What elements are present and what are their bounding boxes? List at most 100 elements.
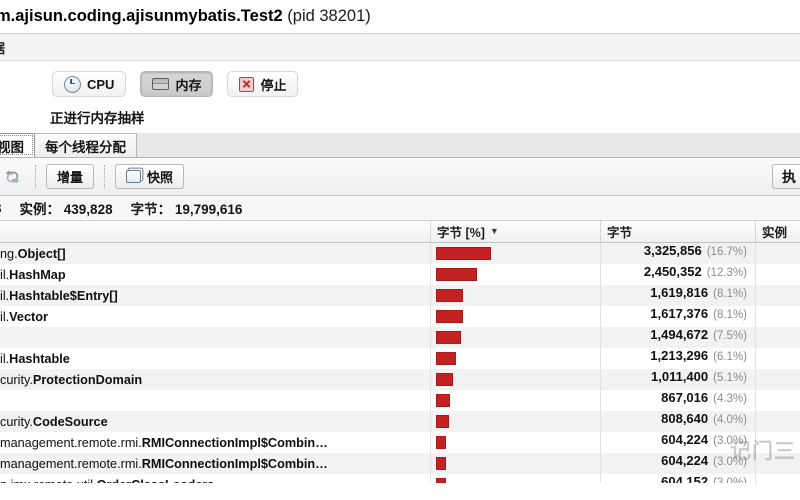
- class-package: il.: [0, 309, 10, 324]
- cell-bytes: 604,224 (3.0%): [600, 453, 755, 474]
- execute-button-label: 执: [782, 168, 796, 185]
- snapshot-button-label: 快照: [147, 170, 174, 185]
- percent-bar: [436, 436, 446, 449]
- clock-icon: [64, 75, 81, 93]
- percent-bar: [436, 268, 477, 281]
- cell-bytes: 604,152 (3.0%): [600, 474, 755, 483]
- table-body: ng.Object[] 3,325,856 (16.7%) il.HashMap 2,4…: [0, 243, 800, 483]
- cell-bytes-percent-bar: [430, 348, 600, 369]
- cpu-button[interactable]: CPU: [52, 71, 127, 97]
- percent-bar: [436, 415, 450, 428]
- toolbar-right-group: 执: [772, 164, 800, 189]
- toolbar-separator-2: [104, 164, 106, 189]
- stop-button[interactable]: 停止: [227, 71, 299, 97]
- percent-bar: [436, 352, 457, 365]
- summary-stats-row: 3 实例： 439,828 字节： 19,799,616: [0, 196, 800, 221]
- percent-bar: [436, 289, 463, 302]
- bytes-percent-value: (4.3%): [713, 393, 747, 405]
- table-row[interactable]: 1,494,672 (7.5%): [0, 327, 800, 348]
- cell-class-name: curity.ProtectionDomain: [0, 373, 430, 387]
- table-row[interactable]: management.remote.rmi.RMIConnectionImpl$…: [0, 432, 800, 453]
- bytes-value: 1,494,672: [650, 327, 709, 342]
- table-row[interactable]: management.remote.rmi.RMIConnectionImpl$…: [0, 453, 800, 474]
- bytes-value: 1,617,376: [650, 306, 709, 321]
- cell-instances: [755, 306, 800, 327]
- tab-per-thread-allocation[interactable]: 每个线程分配: [35, 133, 137, 157]
- bytes-percent-value: (8.1%): [713, 309, 747, 321]
- tab-view-label: 视图: [0, 139, 24, 155]
- column-header-bytes-percent[interactable]: 字节 [%] ▼: [430, 221, 600, 242]
- cell-instances: [755, 390, 800, 411]
- class-simple-name: CodeSource: [32, 414, 108, 429]
- table-row[interactable]: il.Vector 1,617,376 (8.1%): [0, 306, 800, 327]
- percent-bar: [436, 373, 453, 386]
- column-header-class[interactable]: [0, 221, 430, 242]
- allocations-table: 字节 [%] ▼ 字节 实例 ng.Object[] 3,325,856 (16.7…: [0, 221, 800, 483]
- cell-class-name: il.Vector: [0, 310, 430, 324]
- bytes-value: 3,325,856: [643, 243, 702, 258]
- bytes-percent-value: (3.0%): [713, 477, 747, 483]
- bytes-percent-value: (12.3%): [706, 267, 747, 279]
- execute-button[interactable]: 执: [772, 164, 800, 189]
- cell-class-name: curity.CodeSource: [0, 415, 430, 429]
- stop-x-icon: [239, 76, 255, 92]
- bytes-percent-value: (6.1%): [713, 351, 747, 363]
- table-row[interactable]: ng.Object[] 3,325,856 (16.7%): [0, 243, 800, 264]
- cell-class-name: ng.Object[]: [0, 247, 430, 261]
- class-simple-name: Vector: [9, 309, 48, 324]
- class-package: curity.: [0, 414, 33, 429]
- tab-view[interactable]: 视图: [0, 133, 35, 157]
- cell-bytes: 867,016 (4.3%): [600, 390, 755, 411]
- percent-bar: [436, 457, 446, 470]
- page-title-main: m.ajisun.coding.ajisunmybatis.Test2: [0, 7, 283, 25]
- cell-bytes-percent-bar: [430, 369, 600, 390]
- instances-stat: 实例： 439,828: [20, 198, 113, 218]
- table-row[interactable]: 867,016 (4.3%): [0, 390, 800, 411]
- cell-instances: [755, 348, 800, 369]
- class-package: ng.: [0, 246, 18, 261]
- cell-bytes-percent-bar: [430, 390, 600, 411]
- class-package: curity.: [0, 372, 33, 387]
- bytes-percent-value: (3.0%): [713, 456, 747, 468]
- table-row[interactable]: n.jmx.remote.util.OrderClassLoaders 604,1…: [0, 474, 800, 483]
- class-package: il.: [0, 351, 10, 366]
- cell-instances: [755, 327, 800, 348]
- table-row[interactable]: curity.ProtectionDomain 1,011,400 (5.1%): [0, 369, 800, 390]
- cell-bytes-percent-bar: [430, 453, 600, 474]
- cell-bytes: 2,450,352 (12.3%): [600, 264, 755, 285]
- memory-button-label: 内存: [175, 77, 202, 93]
- cell-bytes: 1,011,400 (5.1%): [600, 369, 755, 390]
- tab-per-thread-allocation-label: 每个线程分配: [45, 139, 126, 155]
- table-row[interactable]: il.Hashtable$Entry[] 1,619,816 (8.1%): [0, 285, 800, 306]
- memory-button[interactable]: 内存: [140, 71, 214, 97]
- page-title: m.ajisun.coding.ajisunmybatis.Test2 (pid…: [0, 7, 371, 26]
- class-package: n.jmx.remote.util.: [0, 478, 97, 484]
- refresh-button[interactable]: [0, 164, 25, 189]
- stop-button-label: 停止: [260, 77, 287, 93]
- window-title-bar: m.ajisun.coding.ajisunmybatis.Test2 (pid…: [0, 0, 800, 34]
- bytes-percent-value: (4.0%): [713, 414, 747, 426]
- class-package: il.: [0, 267, 10, 282]
- bytes-value: 1,213,296: [650, 348, 709, 363]
- cell-bytes: 1,619,816 (8.1%): [600, 285, 755, 306]
- bytes-stat-value: 19,799,616: [174, 202, 243, 217]
- class-simple-name: RMIConnectionImpl$Combin…: [141, 435, 328, 450]
- column-header-bytes[interactable]: 字节: [600, 221, 755, 242]
- cell-bytes: 1,213,296 (6.1%): [600, 348, 755, 369]
- bytes-percent-value: (16.7%): [706, 246, 747, 258]
- bytes-percent-value: (8.1%): [713, 288, 747, 300]
- snapshot-button[interactable]: 快照: [115, 164, 185, 189]
- bytes-stat: 字节： 19,799,616: [131, 198, 243, 218]
- incremental-button[interactable]: 增量: [46, 164, 95, 189]
- class-simple-name: Hashtable$Entry[]: [9, 288, 118, 303]
- sampling-status-text: 正进行内存抽样: [50, 111, 145, 126]
- table-row[interactable]: curity.CodeSource 808,640 (4.0%): [0, 411, 800, 432]
- percent-bar: [436, 247, 491, 260]
- incremental-button-label: 增量: [57, 170, 84, 185]
- class-package: il.: [0, 288, 10, 303]
- cell-bytes: 3,325,856 (16.7%): [600, 243, 755, 264]
- cell-instances: [755, 243, 800, 264]
- table-row[interactable]: il.HashMap 2,450,352 (12.3%): [0, 264, 800, 285]
- table-row[interactable]: il.Hashtable 1,213,296 (6.1%): [0, 348, 800, 369]
- column-header-instances[interactable]: 实例: [755, 221, 800, 242]
